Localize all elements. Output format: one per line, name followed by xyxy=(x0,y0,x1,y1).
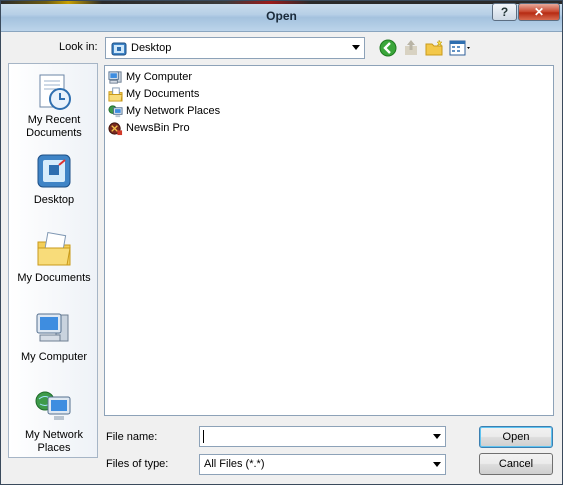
place-label: My Documents xyxy=(17,272,91,284)
dialog-title: Open xyxy=(266,9,297,23)
open-button-label: Open xyxy=(502,431,530,443)
file-label: My Documents xyxy=(126,88,200,100)
back-icon[interactable] xyxy=(378,38,398,58)
my-computer-icon xyxy=(36,313,69,342)
place-my-computer[interactable]: My Computer xyxy=(9,309,99,364)
file-type-dropdown[interactable]: All Files (*.*) xyxy=(199,454,446,475)
new-folder-icon[interactable] xyxy=(424,38,444,58)
chevron-down-icon[interactable] xyxy=(433,434,441,439)
cancel-button[interactable]: Cancel xyxy=(479,453,553,475)
file-list[interactable]: My Computer My Documents My Network Plac… xyxy=(104,65,554,416)
file-label: My Computer xyxy=(126,71,193,83)
cancel-button-label: Cancel xyxy=(498,458,534,470)
file-name-field[interactable] xyxy=(199,426,446,447)
list-item[interactable]: NewsBin Pro xyxy=(108,120,190,136)
list-item[interactable]: My Network Places xyxy=(108,103,220,119)
network-places-icon xyxy=(108,104,123,117)
place-label: Documents xyxy=(26,127,82,139)
view-menu-icon[interactable] xyxy=(448,38,474,58)
file-type-value: All Files (*.*) xyxy=(204,458,265,470)
look-in-label: Look in: xyxy=(59,41,98,53)
place-label: Places xyxy=(37,442,71,454)
file-type-label: Files of type: xyxy=(106,458,169,470)
file-name-label: File name: xyxy=(106,431,158,443)
chevron-down-icon[interactable] xyxy=(352,45,360,50)
open-button[interactable]: Open xyxy=(479,426,553,448)
place-label: My Recent xyxy=(27,114,81,126)
file-label: My Network Places xyxy=(126,105,221,117)
list-item[interactable]: My Documents xyxy=(108,86,199,102)
chevron-down-icon[interactable] xyxy=(433,462,441,467)
taskbar-strip xyxy=(1,1,562,4)
title-bar[interactable]: Open ? ✕ xyxy=(1,1,562,32)
place-my-network-places[interactable]: My Network Places xyxy=(9,387,99,455)
places-bar: My Recent Documents Desktop My Documents xyxy=(8,63,98,458)
list-item[interactable]: My Computer xyxy=(108,69,192,85)
look-in-dropdown[interactable]: Desktop xyxy=(105,37,365,59)
close-button[interactable]: ✕ xyxy=(518,3,560,21)
help-button[interactable]: ? xyxy=(492,3,517,21)
look-in-value: Desktop xyxy=(131,42,172,54)
text-caret xyxy=(203,430,204,443)
file-label: NewsBin Pro xyxy=(126,122,190,134)
place-desktop[interactable]: Desktop xyxy=(9,152,99,207)
place-my-recent-documents[interactable]: My Recent Documents xyxy=(9,72,99,140)
up-folder-icon[interactable] xyxy=(401,38,421,58)
place-my-documents[interactable]: My Documents xyxy=(9,230,99,285)
desktop-icon xyxy=(37,154,71,188)
my-documents-icon xyxy=(108,86,123,102)
my-documents-icon xyxy=(37,232,71,266)
my-computer-icon xyxy=(108,70,122,84)
place-label: My Computer xyxy=(20,351,88,363)
place-label: Desktop xyxy=(33,194,75,206)
place-label: My Network xyxy=(24,429,84,441)
recent-documents-icon xyxy=(39,74,71,110)
network-places-icon xyxy=(35,391,71,420)
desktop-icon xyxy=(111,42,127,56)
look-in-label-text: Look in: xyxy=(59,41,98,53)
open-dialog: Open ? ✕ Look in: Desktop My Recent Docu… xyxy=(0,0,563,485)
newsbin-icon xyxy=(108,121,123,135)
